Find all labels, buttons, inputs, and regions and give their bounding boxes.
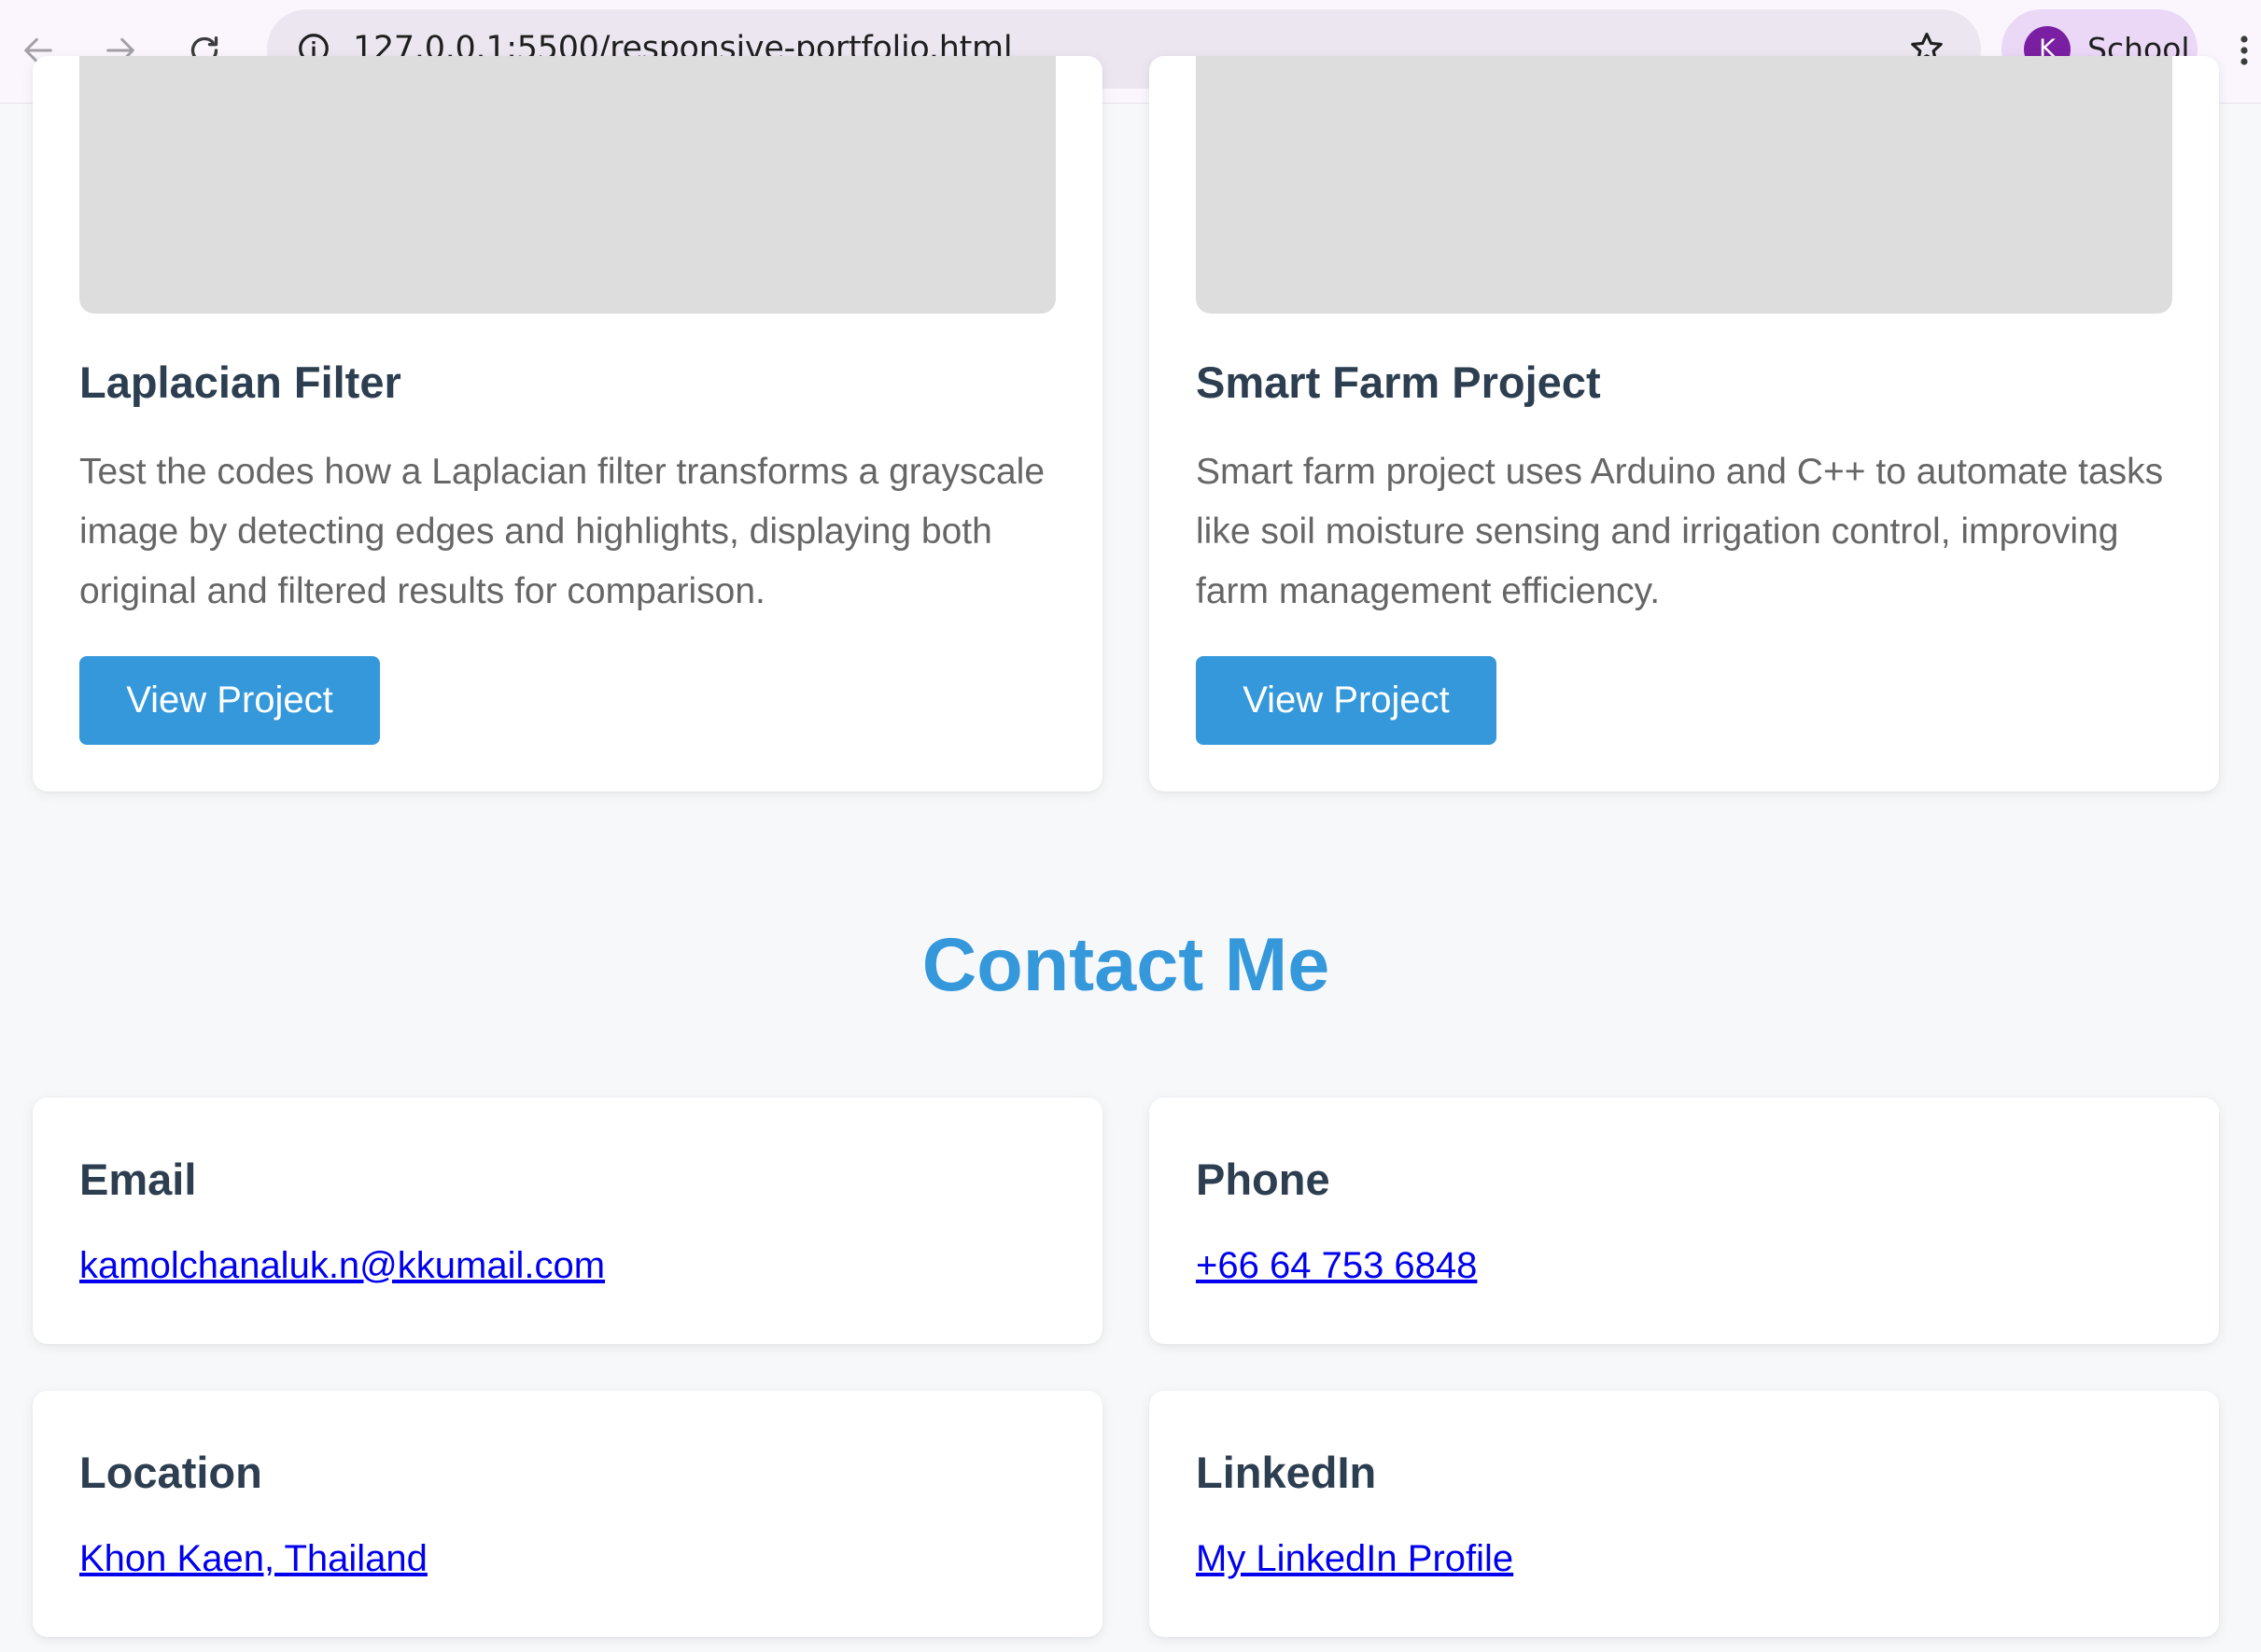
location-link[interactable]: Khon Kaen, Thailand: [79, 1535, 428, 1582]
email-link[interactable]: kamolchanaluk.n@kkumail.com: [79, 1242, 605, 1289]
contact-card-phone: Phone +66 64 753 6848: [1149, 1098, 2219, 1344]
contact-card-linkedin: LinkedIn My LinkedIn Profile: [1149, 1391, 2219, 1637]
linkedin-link[interactable]: My LinkedIn Profile: [1196, 1535, 1513, 1582]
view-project-button[interactable]: View Project: [1196, 656, 1496, 745]
project-image-placeholder: [79, 56, 1056, 314]
phone-link[interactable]: +66 64 753 6848: [1196, 1242, 1477, 1289]
contact-label: Email: [79, 1155, 197, 1204]
contact-label: LinkedIn: [1196, 1448, 1377, 1497]
project-card: Laplacian Filter Test the codes how a La…: [33, 56, 1102, 791]
contact-label: Location: [79, 1448, 262, 1497]
view-project-button[interactable]: View Project: [79, 656, 380, 745]
contact-card-location: Location Khon Kaen, Thailand: [33, 1391, 1102, 1637]
project-card: Smart Farm Project Smart farm project us…: [1149, 56, 2219, 791]
project-description: Test the codes how a Laplacian filter tr…: [79, 452, 1046, 611]
project-title: Smart Farm Project: [1196, 357, 1601, 407]
more-vert-icon: [2240, 35, 2248, 65]
project-title: Laplacian Filter: [79, 357, 401, 407]
contact-label: Phone: [1196, 1155, 1330, 1204]
project-description: Smart farm project uses Arduino and C++ …: [1196, 452, 2164, 611]
project-image-placeholder: [1196, 56, 2172, 314]
contact-card-email: Email kamolchanaluk.n@kkumail.com: [33, 1098, 1102, 1344]
browser-menu-button[interactable]: [2227, 21, 2261, 80]
contact-section-title: Contact Me: [921, 923, 1330, 1007]
